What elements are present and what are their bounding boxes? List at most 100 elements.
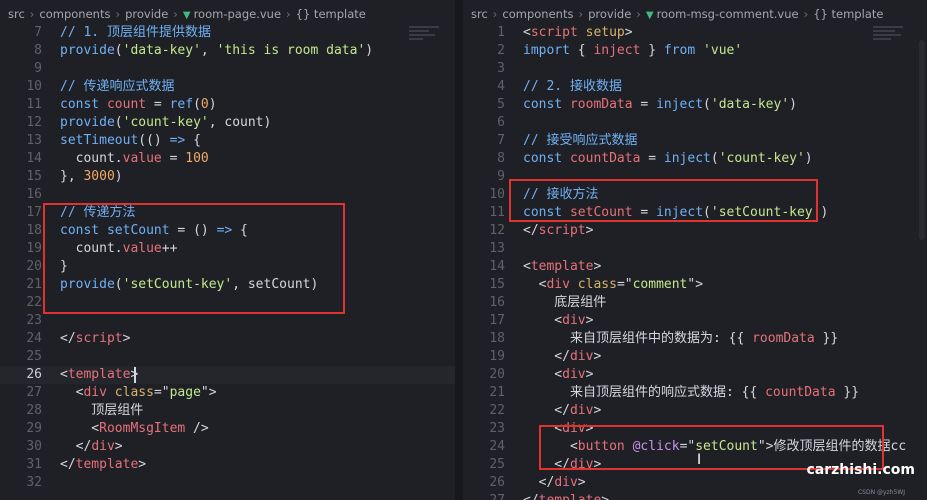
split-divider[interactable] [455, 0, 463, 500]
code-line[interactable]: 10 // 传递响应式数据 [0, 78, 455, 96]
line-number: 4 [497, 79, 505, 94]
code-token: 底层组件 [523, 295, 607, 310]
code-token: ) [789, 97, 797, 112]
left-editor-pane[interactable]: src › components › provide › ▼ room-page.vue › {}… [0, 0, 455, 500]
breadcrumb-item[interactable]: components [39, 7, 110, 21]
code-line[interactable]: 26<template> [0, 366, 455, 384]
code-line[interactable]: 19 </div> [463, 348, 927, 366]
code-line[interactable]: 31 </template> [0, 456, 455, 474]
code-token: setup [577, 25, 625, 40]
code-token: (() [138, 133, 170, 148]
code-token: countData [765, 385, 836, 400]
code-line[interactable]: 11 const count = ref(0) [0, 96, 455, 114]
minimap[interactable] [409, 24, 449, 64]
minimap[interactable] [873, 24, 913, 64]
line-number: 21 [489, 385, 505, 400]
code-token: < [60, 367, 68, 382]
code-line[interactable]: 17 <div> [463, 312, 927, 330]
code-line[interactable]: 15}, 3000) [0, 168, 455, 186]
code-token: = [632, 97, 657, 112]
code-token: class [569, 277, 617, 292]
breadcrumb-item[interactable]: components [502, 7, 573, 21]
code-token: template [75, 457, 139, 472]
line-number: 26 [26, 367, 42, 382]
code-token: < [523, 313, 563, 328]
code-token: template [530, 259, 594, 274]
breadcrumb-item[interactable]: {} template [296, 7, 366, 21]
code-line[interactable]: 5 const roomData = inject('data-key') [463, 96, 927, 114]
code-line[interactable]: 9 [0, 60, 455, 78]
code-token: class [106, 385, 154, 400]
code-line[interactable]: 7 // 1. 顶层组件提供数据 [0, 24, 455, 42]
code-line[interactable]: 14 <template> [463, 258, 927, 276]
code-line[interactable]: 22 </div> [463, 402, 927, 420]
code-token: value [122, 151, 162, 166]
breadcrumb-item[interactable]: provide [125, 7, 168, 21]
code-line[interactable]: 24 </script> [0, 330, 455, 348]
annotation-box-provide-method [43, 203, 345, 314]
code-token: 'data-key' [122, 43, 201, 58]
code-line[interactable]: 4 // 2. 接收数据 [463, 78, 927, 96]
code-line[interactable]: 25 [0, 348, 455, 366]
line-number: 12 [26, 115, 42, 130]
breadcrumb-separator-icon: › [578, 7, 584, 21]
code-line[interactable]: 8 const countData = inject('count-key') [463, 150, 927, 168]
code-line[interactable]: 23 [0, 312, 455, 330]
code-line[interactable]: 16 [0, 186, 455, 204]
code-line[interactable]: 18 来自顶层组件中的数据为: {{ roomData }} [463, 330, 927, 348]
breadcrumb-item[interactable]: src [8, 7, 25, 21]
code-token: ( [703, 97, 711, 112]
line-number: 23 [489, 421, 505, 436]
code-line[interactable]: 12 provide('count-key', count) [0, 114, 455, 132]
code-line[interactable]: 12 </script> [463, 222, 927, 240]
breadcrumb-item[interactable]: room-page.vue [194, 7, 281, 21]
code-line[interactable]: 30 </div> [0, 438, 455, 456]
code-line[interactable]: 7 // 接受响应式数据 [463, 132, 927, 150]
code-line[interactable]: 2 import { inject } from 'vue' [463, 42, 927, 60]
breadcrumb-item[interactable]: {} template [813, 7, 883, 21]
code-line[interactable]: 20 <div> [463, 366, 927, 384]
code-token: 3000 [83, 169, 115, 184]
code-line[interactable]: 27 <div class="page"> [0, 384, 455, 402]
line-number: 14 [26, 151, 42, 166]
right-editor-pane[interactable]: src › components › provide › ▼ room-msg-comment… [463, 0, 927, 500]
breadcrumb-item[interactable]: provide [588, 7, 631, 21]
code-line[interactable]: 21 来自顶层组件的响应式数据: {{ countData }} [463, 384, 927, 402]
code-line[interactable]: 14 count.value = 100 [0, 150, 455, 168]
code-token: // 传递响应式数据 [60, 79, 175, 94]
code-line[interactable]: 15 <div class="comment"> [463, 276, 927, 294]
code-token: div [569, 403, 594, 418]
line-number: 25 [489, 457, 505, 472]
code-line[interactable]: 1 <script setup> [463, 24, 927, 42]
line-number: 23 [26, 313, 42, 328]
breadcrumb-separator-icon: › [173, 7, 178, 21]
code-token: 'count-key' [122, 115, 209, 130]
code-token: 0 [200, 97, 209, 112]
code-line[interactable]: 13 setTimeout(() => { [0, 132, 455, 150]
line-number: 22 [489, 403, 505, 418]
scrollbar[interactable] [919, 40, 925, 240]
code-token: countData [569, 151, 641, 166]
code-line[interactable]: 6 [463, 114, 927, 132]
line-number: 28 [26, 403, 42, 418]
line-number: 14 [489, 259, 505, 274]
code-token: page [169, 385, 201, 400]
code-line[interactable]: 28 顶层组件 [0, 402, 455, 420]
code-line[interactable]: 29 <RoomMsgItem /> [0, 420, 455, 438]
code-token: < [523, 259, 531, 274]
code-line[interactable]: 32 [0, 474, 455, 492]
annotation-box-inject-method [509, 179, 818, 222]
code-token: > [585, 313, 594, 328]
code-line[interactable]: 3 [463, 60, 927, 78]
code-token: { [569, 43, 594, 58]
code-line[interactable]: 16 底层组件 [463, 294, 927, 312]
line-number: 24 [26, 331, 42, 346]
breadcrumb-item[interactable]: src [471, 7, 488, 21]
code-token: ) [804, 151, 813, 166]
code-token: = [146, 97, 170, 112]
code-line[interactable]: 13 [463, 240, 927, 258]
breadcrumb-item[interactable]: room-msg-comment.vue [657, 7, 799, 21]
code-token: ( [114, 115, 123, 130]
code-line[interactable]: 8 provide('data-key', 'this is room data'… [0, 42, 455, 60]
breadcrumb-separator-icon: › [29, 7, 35, 21]
